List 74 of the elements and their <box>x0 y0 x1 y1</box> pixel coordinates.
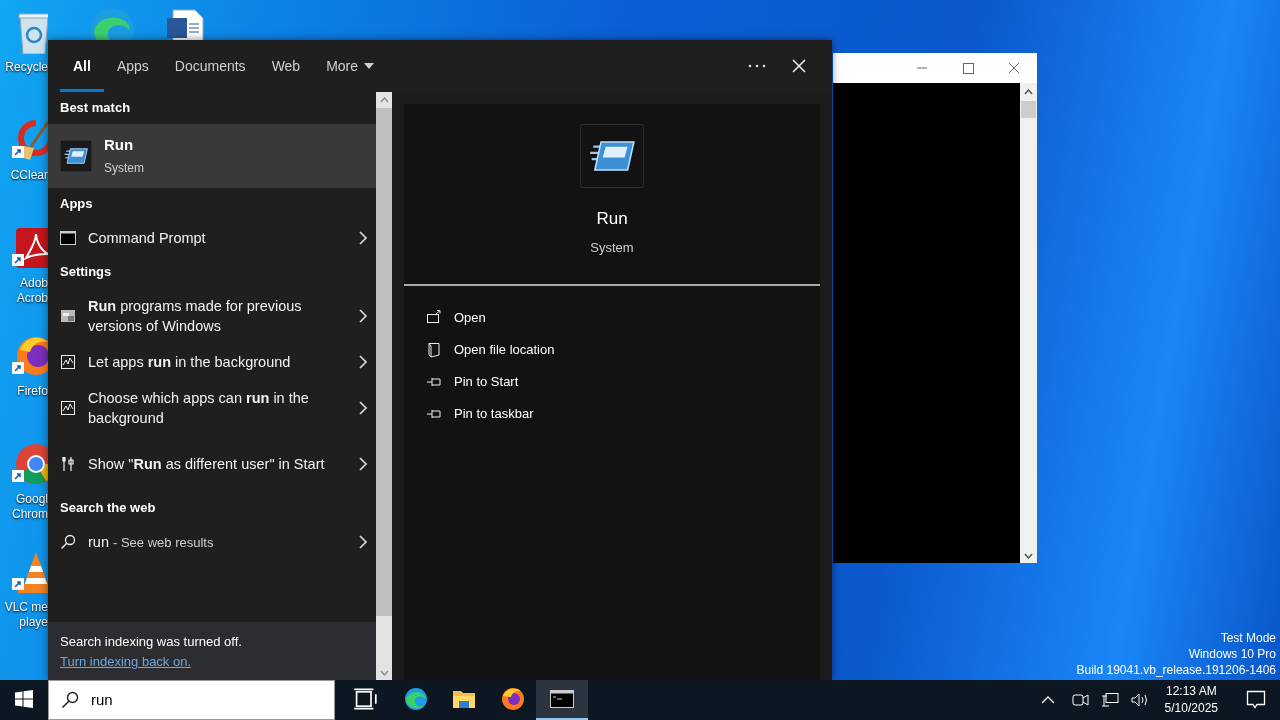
preview-subtitle: System <box>589 238 635 257</box>
result-text: Show "Run as different user" in Start <box>88 455 326 474</box>
section-heading: Apps <box>59 195 94 214</box>
chevron-up-icon[interactable] <box>1040 696 1055 704</box>
scroll-thumb[interactable] <box>1021 101 1036 118</box>
result-item[interactable]: Show "Run as different user" in Start <box>48 436 376 492</box>
enable-indexing-link[interactable]: Turn indexing back on. <box>60 654 192 669</box>
search-field[interactable]: run <box>89 687 289 713</box>
result-item[interactable]: Run programs made for previous versions of Windows <box>48 288 376 344</box>
hint-text: - See web results <box>113 534 214 550</box>
chevron-icon <box>358 457 368 471</box>
tab[interactable]: Documents <box>161 40 259 92</box>
query-text: run <box>88 533 109 550</box>
chart-icon <box>60 354 76 370</box>
chart-icon <box>60 400 76 416</box>
action-button[interactable]: Open <box>426 302 486 334</box>
fox-icon <box>501 687 525 711</box>
result-item[interactable]: Choose which apps can run in the background <box>48 380 376 436</box>
section-heading: Settings <box>59 263 113 282</box>
result-title: Run <box>104 135 135 155</box>
network-icon[interactable] <box>1100 692 1119 708</box>
folder-icon <box>426 342 442 358</box>
result-item[interactable]: Let apps run in the background <box>48 344 376 380</box>
chevron-icon <box>358 401 368 415</box>
section-heading: Search the web <box>59 499 157 518</box>
search-icon <box>61 691 79 709</box>
tools-icon <box>60 456 76 472</box>
notice-text: Search indexing was turned off. <box>60 633 243 651</box>
result-subtitle: System <box>104 160 144 177</box>
open-icon <box>426 310 442 326</box>
tab[interactable]: Apps <box>103 40 162 92</box>
section-heading: Best match <box>59 99 132 118</box>
broom-icon[interactable] <box>12 118 48 162</box>
notification-icon <box>1246 689 1266 709</box>
document-icon <box>165 8 205 40</box>
result-item[interactable]: run - See web results <box>48 524 376 560</box>
system-notice-text: Windows 10 Pro <box>1187 646 1276 662</box>
maximize-icon[interactable] <box>961 62 975 74</box>
taskbar-button[interactable] <box>536 680 588 720</box>
result-item[interactable]: Command Prompt <box>48 220 376 256</box>
chevron-icon <box>358 535 368 549</box>
clock-button[interactable]: 12:13 AM 5/10/2025 <box>1154 683 1228 717</box>
camera-icon[interactable] <box>1070 692 1089 708</box>
tab[interactable]: All <box>60 40 104 92</box>
chevron-icon <box>358 309 368 323</box>
tab[interactable]: More <box>313 40 388 92</box>
result-text: Choose which apps can run in the background <box>88 389 310 428</box>
windows-logo-icon <box>15 690 33 708</box>
pdf-icon[interactable] <box>12 226 48 270</box>
close-icon <box>792 59 806 73</box>
task-view-icon <box>353 687 377 711</box>
preview-title: Run <box>595 208 629 230</box>
search-box[interactable]: run <box>48 680 335 720</box>
action-button[interactable]: Open file location <box>426 334 555 366</box>
result-text: Let apps run in the background <box>88 353 292 372</box>
chevron-icon <box>358 231 368 245</box>
more-icon <box>748 64 766 68</box>
system-notice-text: Test Mode <box>1219 630 1276 646</box>
close-icon[interactable] <box>1007 62 1021 74</box>
window-icon <box>60 308 76 324</box>
result-item[interactable]: Run System <box>48 124 376 188</box>
action-button[interactable]: Pin to taskbar <box>426 398 534 430</box>
terminal-icon <box>550 687 574 711</box>
system-notice-text: Build 19041.vb_release.191206-1406 <box>1076 662 1276 678</box>
chevron-icon <box>358 355 368 369</box>
result-text: Run programs made for previous versions of Windows <box>88 297 303 336</box>
swirl-icon <box>404 687 428 711</box>
caret-icon <box>364 63 375 69</box>
result-text: Command Prompt <box>88 229 207 248</box>
terminal-icon <box>60 230 76 246</box>
search-icon <box>60 534 76 550</box>
scrollbar[interactable] <box>1020 83 1037 563</box>
tab[interactable]: Web <box>258 40 314 92</box>
action-button[interactable]: Pin to Start <box>426 366 519 398</box>
